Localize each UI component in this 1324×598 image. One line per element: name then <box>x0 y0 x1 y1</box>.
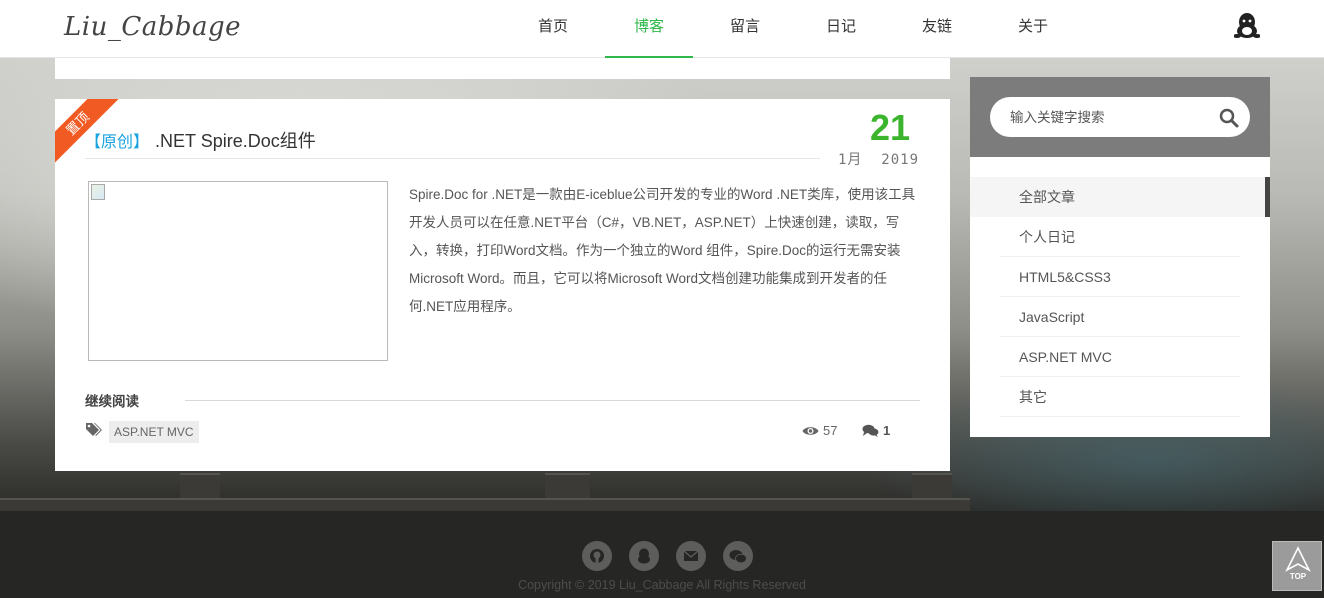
search-box <box>970 77 1270 157</box>
comment-count[interactable]: 1 <box>862 423 890 438</box>
broken-image-icon <box>91 184 105 200</box>
date-day: 21 <box>869 107 911 148</box>
article-card: 置顶 【原创】 .NET Spire.Doc组件 21 1月 2019 Spire… <box>55 99 950 471</box>
main-nav: 首页 博客 留言 日记 友链 关于 <box>505 0 1081 58</box>
to-top-label: TOP <box>1289 572 1307 581</box>
article-title-text[interactable]: .NET Spire.Doc组件 <box>155 131 316 151</box>
category-personal-diary[interactable]: 个人日记 <box>1000 217 1240 257</box>
wechat-icon[interactable] <box>723 541 753 571</box>
comment-count-value: 1 <box>883 423 891 438</box>
read-more-link[interactable]: 继续阅读 <box>85 390 139 410</box>
category-tag[interactable]: ASP.NET MVC <box>109 421 199 443</box>
qq-icon[interactable] <box>629 541 659 571</box>
comments-icon <box>862 424 879 437</box>
nav-item-about[interactable]: 关于 <box>985 0 1081 58</box>
category-panel: 全部文章 个人日记 HTML5&CSS3 JavaScript ASP.NET … <box>970 157 1270 437</box>
qq-icon[interactable] <box>1234 12 1260 40</box>
view-count: 57 <box>802 423 837 438</box>
search-icon[interactable] <box>1218 107 1240 129</box>
date-month-year: 1月 2019 <box>838 152 920 168</box>
title-divider <box>85 158 820 159</box>
nav-item-diary[interactable]: 日记 <box>793 0 889 58</box>
top-header: Liu_Cabbage 首页 博客 留言 日记 友链 关于 <box>0 0 1324 58</box>
previous-card-edge <box>55 58 950 79</box>
site-logo[interactable]: Liu_Cabbage <box>64 12 241 42</box>
category-other[interactable]: 其它 <box>1000 377 1240 417</box>
read-more-divider <box>185 400 920 401</box>
nav-item-blog[interactable]: 博客 <box>601 0 697 58</box>
view-count-value: 57 <box>823 423 838 438</box>
eye-icon <box>802 426 819 435</box>
copyright-text: Copyright © 2019 Liu_Cabbage All Rights … <box>518 578 806 592</box>
social-links <box>582 541 753 571</box>
article-title[interactable]: 【原创】 .NET Spire.Doc组件 <box>85 127 316 153</box>
back-to-top-button[interactable]: TOP <box>1272 541 1322 591</box>
article-summary: Spire.Doc for .NET是一款由E-iceblue公司开发的专业的W… <box>409 187 916 314</box>
category-javascript[interactable]: JavaScript <box>1000 297 1240 337</box>
nav-item-messages[interactable]: 留言 <box>697 0 793 58</box>
original-tag: 【原创】 <box>85 134 150 151</box>
github-icon[interactable] <box>582 541 612 571</box>
tags-icon <box>86 423 102 436</box>
nav-item-home[interactable]: 首页 <box>505 0 601 58</box>
arrow-up-icon <box>1285 546 1311 572</box>
category-html5-css3[interactable]: HTML5&CSS3 <box>1000 257 1240 297</box>
search-input[interactable] <box>990 97 1250 137</box>
category-aspnet-mvc[interactable]: ASP.NET MVC <box>1000 337 1240 377</box>
article-thumbnail[interactable] <box>88 181 388 361</box>
category-all-articles[interactable]: 全部文章 <box>970 177 1270 217</box>
mail-icon[interactable] <box>676 541 706 571</box>
nav-item-links[interactable]: 友链 <box>889 0 985 58</box>
scenery-railing <box>0 498 970 511</box>
footer: Copyright © 2019 Liu_Cabbage All Rights … <box>0 511 1324 598</box>
